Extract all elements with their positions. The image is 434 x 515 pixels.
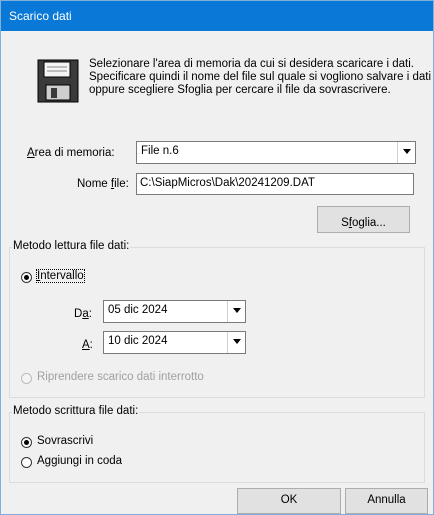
cancel-button[interactable]: Annulla (345, 488, 428, 514)
floppy-disk-icon (37, 59, 79, 103)
overwrite-label[interactable]: Sovrascrivi (37, 435, 93, 447)
info-line: oppure scegliere Sfoglia per cercare il … (89, 84, 391, 96)
area-select-value: File n.6 (141, 145, 179, 157)
area-label: Area di memoria: (27, 147, 115, 159)
chevron-down-icon (403, 149, 411, 154)
chevron-down-icon (233, 339, 241, 344)
chevron-down-icon (233, 308, 241, 313)
to-date-dropdown-button[interactable] (227, 332, 245, 353)
write-method-group: Metodo scrittura file dati: (9, 405, 425, 483)
to-date-picker[interactable]: 10 dic 2024 (103, 331, 246, 354)
interval-label[interactable]: Intervallo (36, 269, 85, 283)
file-input[interactable]: C:\SiapMicros\Dak\20241209.DAT (136, 173, 414, 195)
info-line: Selezionare l'area di memoria da cui si … (89, 58, 414, 70)
browse-button[interactable]: Sfoglia... (317, 206, 410, 233)
write-method-legend: Metodo scrittura file dati: (12, 405, 140, 417)
title-bar[interactable]: Scarico dati (1, 1, 433, 31)
info-text: Selezionare l'area di memoria da cui si … (89, 58, 431, 97)
from-date-dropdown-button[interactable] (227, 301, 245, 322)
resume-label: Riprendere scarico dati interrotto (37, 371, 204, 383)
info-line: Specificare quindi il nome del file sul … (89, 71, 431, 83)
overwrite-radio[interactable] (21, 437, 32, 448)
file-label: Nome file: (77, 178, 129, 190)
to-date-value: 10 dic 2024 (108, 335, 168, 347)
to-label: A: (82, 339, 93, 351)
area-select[interactable]: File n.6 (136, 141, 416, 164)
resume-radio[interactable] (21, 373, 32, 384)
dialog-window: Scarico dati Selezionare l'area di memor… (0, 0, 434, 515)
from-date-value: 05 dic 2024 (108, 304, 168, 316)
append-radio[interactable] (21, 457, 32, 468)
append-label[interactable]: Aggiungi in coda (37, 455, 122, 467)
read-method-legend: Metodo lettura file dati: (12, 240, 131, 252)
window-title: Scarico dati (9, 9, 72, 23)
from-date-picker[interactable]: 05 dic 2024 (103, 300, 246, 323)
ok-button[interactable]: OK (237, 488, 341, 514)
interval-radio[interactable] (21, 272, 32, 283)
from-label: Da: (74, 308, 92, 320)
file-input-value: C:\SiapMicros\Dak\20241209.DAT (140, 177, 315, 189)
area-dropdown-button[interactable] (397, 142, 415, 163)
